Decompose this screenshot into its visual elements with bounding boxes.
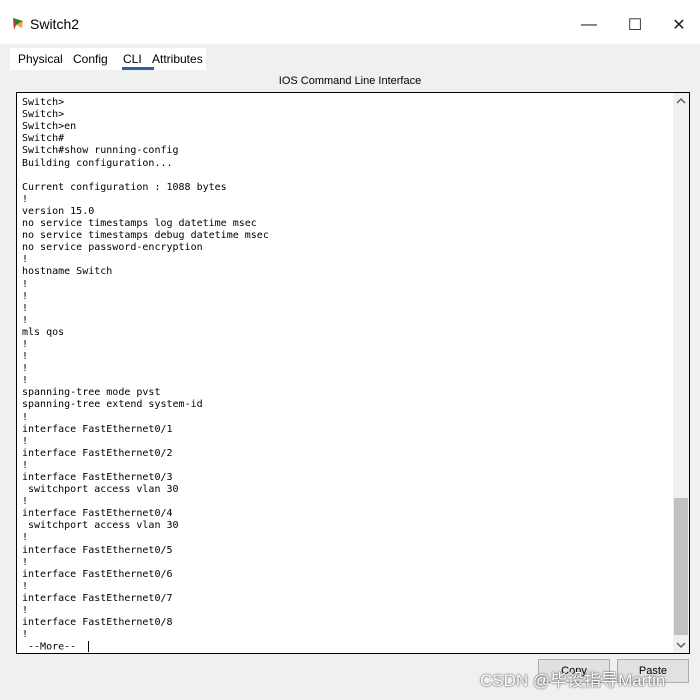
chevron-up-icon: [676, 97, 686, 104]
console-line: no service timestamps debug datetime mse…: [22, 230, 269, 242]
switch-window: Switch2 — ☐ ✕ Physical Config CLI Attrib…: [0, 0, 700, 700]
console-line: !: [22, 193, 29, 205]
console-line: !: [22, 254, 29, 266]
console-line: interface FastEthernet0/6: [22, 568, 173, 580]
console-line: Current configuration : 1088 bytes: [22, 181, 227, 193]
console-line: !: [22, 556, 29, 568]
close-icon: ✕: [672, 17, 686, 34]
console-line: interface FastEthernet0/4: [22, 508, 173, 520]
tab-attributes[interactable]: Attributes: [152, 51, 203, 67]
console-line: !: [22, 302, 29, 314]
console-line: !: [22, 605, 29, 617]
console-line: no service password-encryption: [22, 242, 203, 254]
console-line: !: [22, 338, 29, 350]
selected-tab-indicator: [122, 67, 154, 70]
maximize-icon: ☐: [627, 17, 643, 34]
console-line: Switch>: [22, 97, 65, 109]
console-line: Building configuration...: [22, 157, 173, 169]
panel-title: IOS Command Line Interface: [278, 75, 422, 87]
console-line: interface FastEthernet0/5: [22, 544, 173, 556]
console-line: !: [22, 375, 29, 387]
tab-config[interactable]: Config: [73, 51, 108, 67]
console-line: interface FastEthernet0/7: [22, 592, 173, 604]
console-line: !: [22, 411, 29, 423]
console-line: interface FastEthernet0/2: [22, 447, 173, 459]
console-line: !: [22, 459, 29, 471]
console-line: --More--: [22, 641, 269, 653]
console-line: !: [22, 314, 29, 326]
console-line: !: [22, 278, 29, 290]
scroll-up-button[interactable]: [673, 93, 689, 109]
packet-tracer-icon: [13, 18, 23, 30]
console-line: Switch#show running-config: [22, 145, 179, 157]
console-scrollbar[interactable]: [673, 93, 689, 653]
console-line: no service timestamps log datetime msec: [22, 218, 257, 230]
console-line: spanning-tree extend system-id: [22, 399, 203, 411]
cli-console[interactable]: Switch>Switch>Switch>Switch>enSwitch#Swi…: [16, 92, 690, 654]
console-line: !: [22, 363, 29, 375]
console-line: !: [22, 496, 29, 508]
close-button[interactable]: ✕: [658, 10, 700, 40]
chevron-down-icon: [676, 642, 686, 649]
console-line: !: [22, 435, 29, 447]
console-line: spanning-tree mode pvst: [22, 387, 161, 399]
console-line: interface FastEthernet0/8: [22, 617, 173, 629]
console-line: !: [22, 580, 29, 592]
text-cursor: [88, 641, 90, 653]
watermark: CSDN @毕设指导Martin: [480, 671, 666, 690]
tab-cli[interactable]: CLI: [120, 51, 145, 67]
console-line: switchport access vlan 30: [22, 520, 179, 532]
minimize-icon: —: [581, 16, 597, 33]
console-line: Switch#: [22, 133, 65, 145]
console-line: interface FastEthernet0/1: [22, 423, 173, 435]
console-line: version 15.0: [22, 205, 95, 217]
console-output: Switch>Switch>Switch>Switch>enSwitch#Swi…: [22, 93, 269, 653]
console-line: Switch>: [22, 109, 65, 121]
console-line: !: [22, 629, 29, 641]
console-line: Switch>en: [22, 121, 77, 133]
console-line: !: [22, 290, 29, 302]
maximize-button[interactable]: ☐: [612, 10, 658, 40]
title-bar: Switch2 — ☐ ✕: [0, 0, 700, 44]
window-title: Switch2: [30, 16, 80, 32]
minimize-button[interactable]: —: [566, 10, 612, 40]
console-line: hostname Switch: [22, 266, 113, 278]
scroll-thumb[interactable]: [674, 498, 688, 635]
console-line: !: [22, 351, 29, 363]
console-line: !: [22, 532, 29, 544]
console-line: switchport access vlan 30: [22, 484, 179, 496]
scroll-down-button[interactable]: [673, 637, 689, 653]
tab-physical[interactable]: Physical: [18, 51, 63, 67]
console-line: mls qos: [22, 326, 65, 338]
console-line: interface FastEthernet0/3: [22, 472, 173, 483]
tab-bar: Physical Config CLI Attributes: [10, 48, 206, 70]
